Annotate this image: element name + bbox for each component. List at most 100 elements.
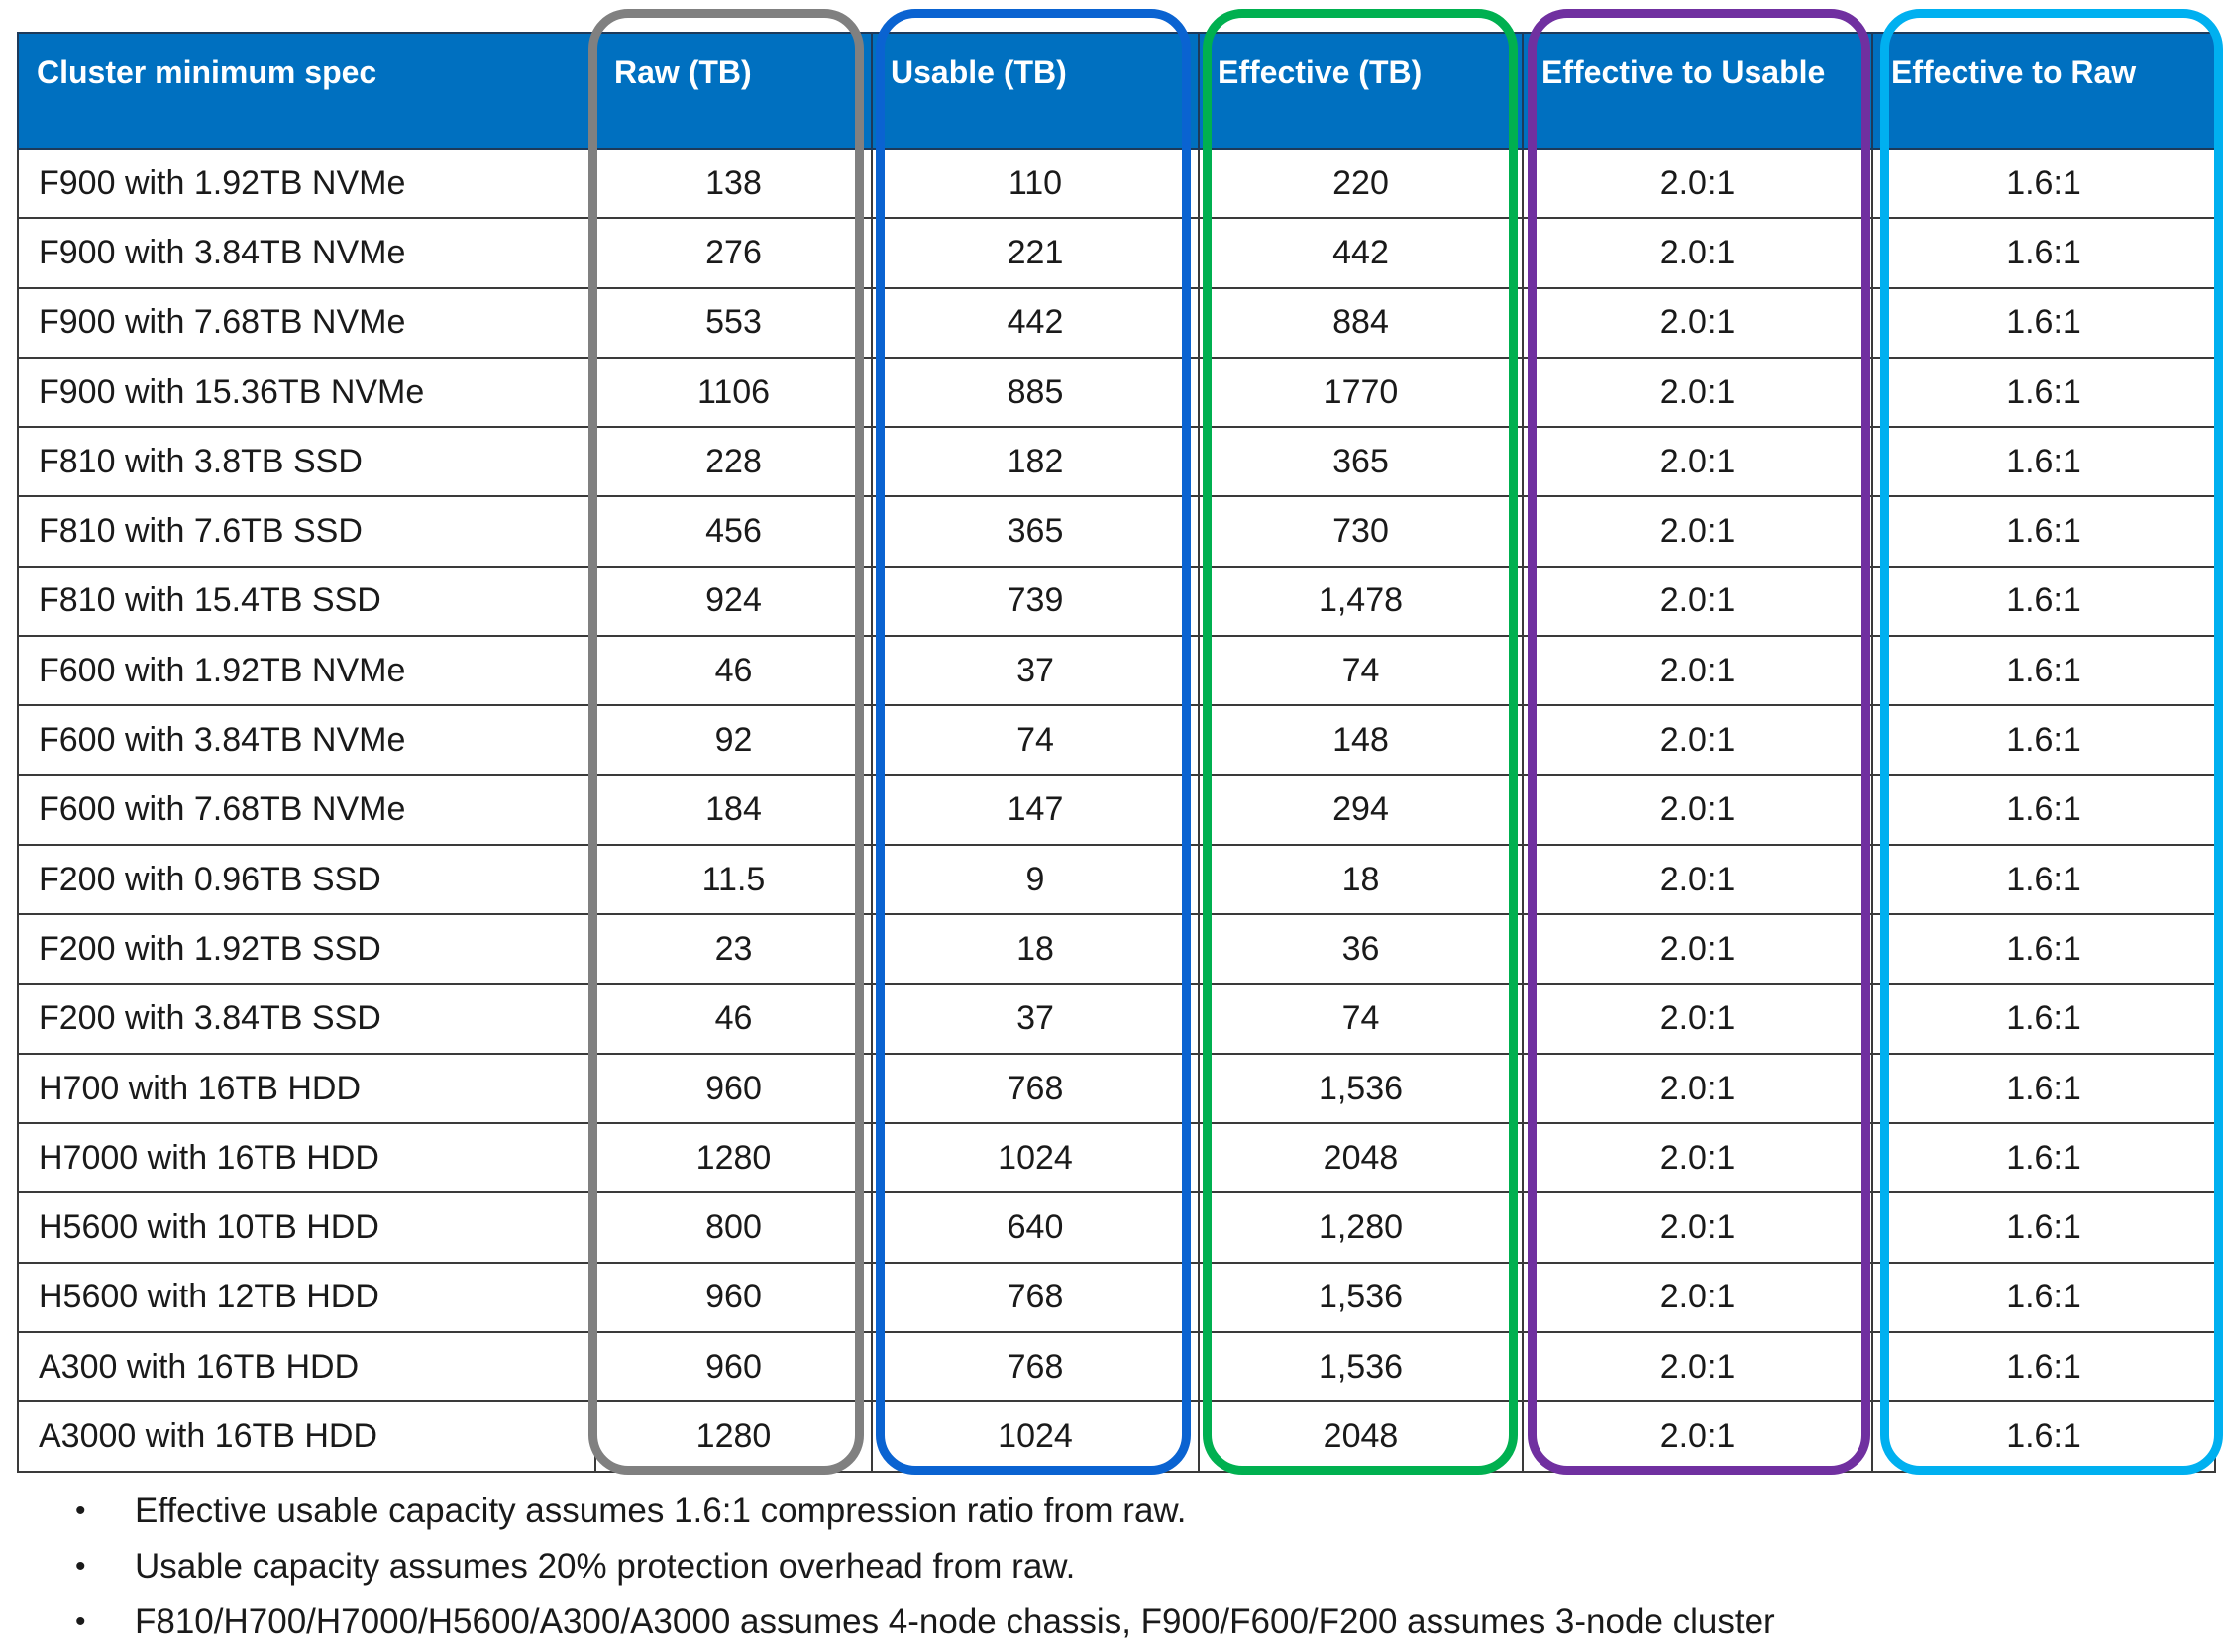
cell-cluster-spec: A300 with 16TB HDD — [17, 1331, 596, 1403]
cell-effective-to-usable: 2.0:1 — [1522, 286, 1873, 359]
table-row: F600 with 1.92TB NVMe 46 37 74 2.0:1 1.6:1 — [17, 635, 2216, 707]
table-row: H7000 with 16TB HDD 1280 1024 2048 2.0:1 1.6:… — [17, 1122, 2216, 1194]
header-cluster-spec: Cluster minimum spec — [17, 32, 596, 150]
cell-raw: 92 — [594, 704, 873, 776]
cell-raw: 924 — [594, 565, 873, 638]
cell-cluster-spec: F600 with 1.92TB NVMe — [17, 635, 596, 707]
cell-cluster-spec: F900 with 15.36TB NVMe — [17, 356, 596, 429]
cell-effective-to-usable: 2.0:1 — [1522, 356, 1873, 429]
cell-effective-to-raw: 1.6:1 — [1871, 1400, 2216, 1473]
cell-effective-to-usable: 2.0:1 — [1522, 1400, 1873, 1473]
cell-cluster-spec: H700 with 16TB HDD — [17, 1052, 596, 1125]
cell-raw: 960 — [594, 1331, 873, 1403]
table-row: F600 with 7.68TB NVMe 184 147 294 2.0:1 1.6:1 — [17, 774, 2216, 846]
cell-usable: 365 — [871, 495, 1200, 568]
cell-usable: 74 — [871, 704, 1200, 776]
cell-raw: 960 — [594, 1261, 873, 1334]
cell-usable: 37 — [871, 982, 1200, 1055]
cell-effective-to-usable: 2.0:1 — [1522, 1052, 1873, 1125]
footnote-item: • Usable capacity assumes 20% protection… — [0, 1541, 2230, 1597]
cell-usable: 110 — [871, 147, 1200, 220]
cell-effective-to-raw: 1.6:1 — [1871, 635, 2216, 707]
cell-usable: 221 — [871, 217, 1200, 289]
cell-effective-to-usable: 2.0:1 — [1522, 704, 1873, 776]
cell-raw: 1280 — [594, 1400, 873, 1473]
cell-cluster-spec: A3000 with 16TB HDD — [17, 1400, 596, 1473]
cell-usable: 182 — [871, 426, 1200, 498]
cell-raw: 11.5 — [594, 843, 873, 916]
header-effective-to-raw: Effective to Raw — [1871, 32, 2216, 150]
cell-usable: 768 — [871, 1052, 1200, 1125]
cell-effective: 365 — [1198, 426, 1524, 498]
cell-effective-to-raw: 1.6:1 — [1871, 286, 2216, 359]
cell-effective: 730 — [1198, 495, 1524, 568]
cell-cluster-spec: F810 with 15.4TB SSD — [17, 565, 596, 638]
table-row: A300 with 16TB HDD 960 768 1,536 2.0:1 1.6:1 — [17, 1331, 2216, 1403]
cell-effective-to-usable: 2.0:1 — [1522, 495, 1873, 568]
cell-cluster-spec: H5600 with 12TB HDD — [17, 1261, 596, 1334]
cell-cluster-spec: F600 with 3.84TB NVMe — [17, 704, 596, 776]
cell-effective-to-raw: 1.6:1 — [1871, 1191, 2216, 1264]
cell-effective-to-usable: 2.0:1 — [1522, 774, 1873, 846]
cell-effective-to-raw: 1.6:1 — [1871, 426, 2216, 498]
table-row: H5600 with 10TB HDD 800 640 1,280 2.0:1 1.6:1 — [17, 1191, 2216, 1264]
cell-effective-to-raw: 1.6:1 — [1871, 1261, 2216, 1334]
cell-effective-to-raw: 1.6:1 — [1871, 1331, 2216, 1403]
cell-effective: 442 — [1198, 217, 1524, 289]
footnotes-list: • Effective usable capacity assumes 1.6:… — [0, 1486, 2230, 1652]
cell-usable: 9 — [871, 843, 1200, 916]
cell-cluster-spec: F200 with 0.96TB SSD — [17, 843, 596, 916]
cell-effective: 1,536 — [1198, 1261, 1524, 1334]
cell-effective-to-raw: 1.6:1 — [1871, 147, 2216, 220]
cell-usable: 18 — [871, 913, 1200, 985]
table-row: F200 with 1.92TB SSD 23 18 36 2.0:1 1.6:1 — [17, 913, 2216, 985]
cell-effective-to-usable: 2.0:1 — [1522, 426, 1873, 498]
cell-usable: 885 — [871, 356, 1200, 429]
cell-raw: 46 — [594, 635, 873, 707]
cell-effective: 294 — [1198, 774, 1524, 846]
cell-effective-to-raw: 1.6:1 — [1871, 356, 2216, 429]
cell-effective: 148 — [1198, 704, 1524, 776]
cell-usable: 739 — [871, 565, 1200, 638]
table-row: F600 with 3.84TB NVMe 92 74 148 2.0:1 1.6:1 — [17, 704, 2216, 776]
footnote-item: • F810/H700/H7000/H5600/A300/A3000 assum… — [0, 1597, 2230, 1652]
footnote-text: Usable capacity assumes 20% protection o… — [135, 1547, 1076, 1586]
cell-raw: 228 — [594, 426, 873, 498]
cell-cluster-spec: H5600 with 10TB HDD — [17, 1191, 596, 1264]
table-row: F900 with 7.68TB NVMe 553 442 884 2.0:1 1.6:1 — [17, 286, 2216, 359]
footnote-text: F810/H700/H7000/H5600/A300/A3000 assumes… — [135, 1602, 1775, 1641]
table-row: F200 with 3.84TB SSD 46 37 74 2.0:1 1.6:1 — [17, 982, 2216, 1055]
cell-effective-to-raw: 1.6:1 — [1871, 495, 2216, 568]
cell-raw: 184 — [594, 774, 873, 846]
cell-raw: 1280 — [594, 1122, 873, 1194]
table-row: H700 with 16TB HDD 960 768 1,536 2.0:1 1.6:1 — [17, 1052, 2216, 1125]
cell-raw: 23 — [594, 913, 873, 985]
bullet-icon: • — [75, 1495, 86, 1527]
cell-effective-to-usable: 2.0:1 — [1522, 217, 1873, 289]
table-row: A3000 with 16TB HDD 1280 1024 2048 2.0:1 1.6:… — [17, 1400, 2216, 1473]
cell-effective-to-usable: 2.0:1 — [1522, 1331, 1873, 1403]
cell-raw: 46 — [594, 982, 873, 1055]
cell-usable: 37 — [871, 635, 1200, 707]
table-row: F900 with 1.92TB NVMe 138 110 220 2.0:1 1.6:1 — [17, 147, 2216, 220]
table-body: F900 with 1.92TB NVMe 138 110 220 2.0:1 1.6:1… — [17, 147, 2216, 1473]
cell-usable: 442 — [871, 286, 1200, 359]
cell-effective: 36 — [1198, 913, 1524, 985]
cell-effective: 2048 — [1198, 1122, 1524, 1194]
header-raw: Raw (TB) — [594, 32, 873, 150]
cell-cluster-spec: F200 with 1.92TB SSD — [17, 913, 596, 985]
cell-effective: 220 — [1198, 147, 1524, 220]
cell-usable: 768 — [871, 1331, 1200, 1403]
cell-raw: 960 — [594, 1052, 873, 1125]
cell-cluster-spec: F200 with 3.84TB SSD — [17, 982, 596, 1055]
cell-effective-to-raw: 1.6:1 — [1871, 1122, 2216, 1194]
table-row: F810 with 7.6TB SSD 456 365 730 2.0:1 1.6:1 — [17, 495, 2216, 568]
cell-effective-to-usable: 2.0:1 — [1522, 982, 1873, 1055]
cell-effective-to-usable: 2.0:1 — [1522, 565, 1873, 638]
cell-effective: 74 — [1198, 982, 1524, 1055]
cell-effective: 1,280 — [1198, 1191, 1524, 1264]
header-effective: Effective (TB) — [1198, 32, 1524, 150]
cell-effective-to-usable: 2.0:1 — [1522, 1261, 1873, 1334]
cell-effective-to-usable: 2.0:1 — [1522, 913, 1873, 985]
cell-effective-to-usable: 2.0:1 — [1522, 1122, 1873, 1194]
